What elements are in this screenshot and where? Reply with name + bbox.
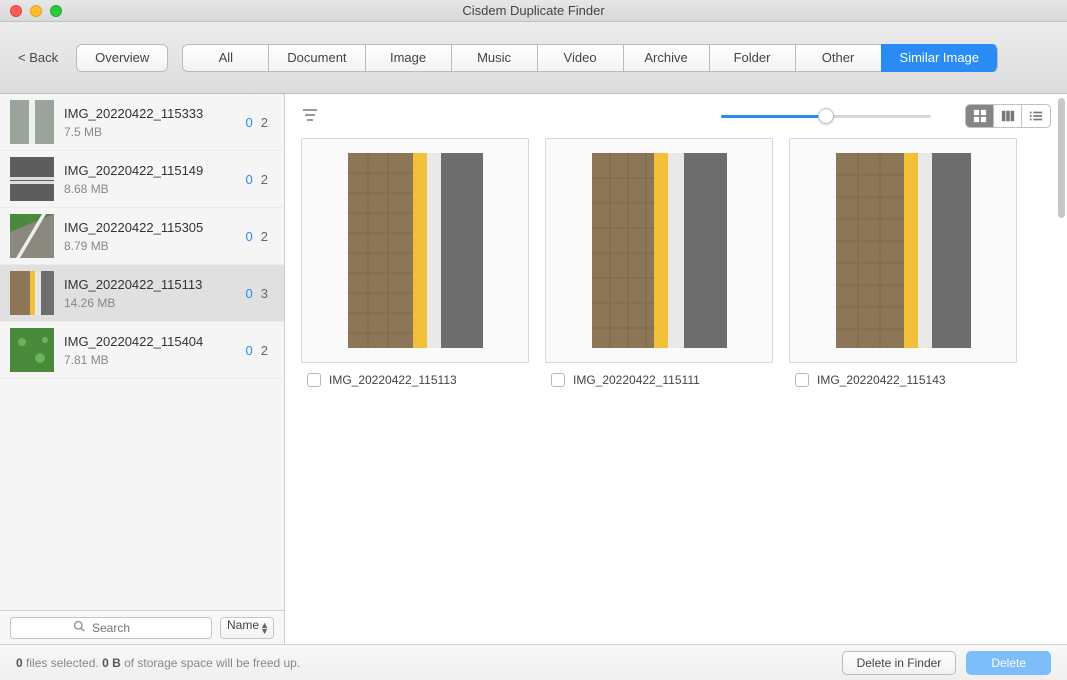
close-window-button[interactable] <box>10 5 22 17</box>
filter-icon[interactable] <box>301 106 319 127</box>
selected-count: 0 <box>246 286 253 301</box>
sidebar-controls: Name ▲▼ <box>0 610 284 644</box>
tab-video[interactable]: Video <box>537 44 623 72</box>
tab-image[interactable]: Image <box>365 44 451 72</box>
window-title: Cisdem Duplicate Finder <box>0 3 1067 18</box>
overview-button[interactable]: Overview <box>76 44 168 72</box>
search-input[interactable] <box>11 621 211 635</box>
file-size: 8.79 MB <box>64 239 246 253</box>
search-field-wrap[interactable] <box>10 617 212 639</box>
list-view-icon[interactable] <box>1022 105 1050 127</box>
file-size: 7.5 MB <box>64 125 246 139</box>
view-mode-segment <box>965 104 1051 128</box>
preview-toolbar <box>285 94 1067 138</box>
sort-select-value: Name <box>227 618 259 632</box>
tab-similar-image[interactable]: Similar Image <box>881 44 998 72</box>
back-button[interactable]: < Back <box>18 50 58 65</box>
file-size: 14.26 MB <box>64 296 246 310</box>
status-bar: 0 files selected. 0 B of storage space w… <box>0 644 1067 680</box>
select-checkbox[interactable] <box>307 373 321 387</box>
tab-folder[interactable]: Folder <box>709 44 795 72</box>
window-controls <box>10 5 62 17</box>
file-name: IMG_20220422_115333 <box>64 106 246 121</box>
preview-image <box>789 138 1017 363</box>
toolbar: < Back Overview All Document Image Music… <box>0 22 1067 94</box>
thumbnail-size-slider[interactable] <box>721 106 931 126</box>
scrollbar[interactable] <box>1058 98 1065 218</box>
duplicate-groups-list: IMG_20220422_115333 7.5 MB 0 2 <box>0 94 284 610</box>
preview-item-name: IMG_20220422_115113 <box>329 373 457 387</box>
file-size: 7.81 MB <box>64 353 246 367</box>
preview-item[interactable]: IMG_20220422_115113 <box>301 138 529 387</box>
total-count: 2 <box>261 115 268 130</box>
selected-count: 0 <box>246 172 253 187</box>
title-bar: Cisdem Duplicate Finder <box>0 0 1067 22</box>
selected-count: 0 <box>246 115 253 130</box>
thumbnail-icon <box>10 214 54 258</box>
tab-music[interactable]: Music <box>451 44 537 72</box>
status-text: 0 files selected. 0 B of storage space w… <box>16 656 300 670</box>
total-count: 3 <box>261 286 268 301</box>
file-name: IMG_20220422_115113 <box>64 277 246 292</box>
list-item[interactable]: IMG_20220422_115333 7.5 MB 0 2 <box>0 94 284 151</box>
thumbnail-icon <box>10 328 54 372</box>
select-checkbox[interactable] <box>795 373 809 387</box>
selected-count: 0 <box>246 343 253 358</box>
thumbnail-icon <box>10 100 54 144</box>
columns-view-icon[interactable] <box>994 105 1022 127</box>
list-item[interactable]: IMG_20220422_115404 7.81 MB 0 2 <box>0 322 284 379</box>
total-count: 2 <box>261 229 268 244</box>
selected-count: 0 <box>246 229 253 244</box>
file-name: IMG_20220422_115305 <box>64 220 246 235</box>
preview-item-name: IMG_20220422_115143 <box>817 373 946 387</box>
search-icon <box>73 620 85 635</box>
list-item[interactable]: IMG_20220422_115149 8.68 MB 0 2 <box>0 151 284 208</box>
preview-image <box>545 138 773 363</box>
preview-item[interactable]: IMG_20220422_115143 <box>789 138 1017 387</box>
file-name: IMG_20220422_115404 <box>64 334 246 349</box>
list-item[interactable]: IMG_20220422_115305 8.79 MB 0 2 <box>0 208 284 265</box>
preview-image <box>301 138 529 363</box>
delete-in-finder-button[interactable]: Delete in Finder <box>842 651 957 675</box>
maximize-window-button[interactable] <box>50 5 62 17</box>
preview-grid: IMG_20220422_115113 <box>285 138 1067 403</box>
total-count: 2 <box>261 172 268 187</box>
preview-item-name: IMG_20220422_115111 <box>573 373 700 387</box>
file-name: IMG_20220422_115149 <box>64 163 246 178</box>
file-size: 8.68 MB <box>64 182 246 196</box>
grid-view-icon[interactable] <box>966 105 994 127</box>
sidebar: IMG_20220422_115333 7.5 MB 0 2 <box>0 94 285 644</box>
total-count: 2 <box>261 343 268 358</box>
category-tabs: All Document Image Music Video Archive F… <box>182 44 998 72</box>
thumbnail-icon <box>10 271 54 315</box>
main-area: IMG_20220422_115333 7.5 MB 0 2 <box>0 94 1067 644</box>
list-item[interactable]: IMG_20220422_115113 14.26 MB 0 3 <box>0 265 284 322</box>
tab-all[interactable]: All <box>182 44 268 72</box>
chevron-up-down-icon: ▲▼ <box>260 622 269 634</box>
preview-pane: IMG_20220422_115113 <box>285 94 1067 644</box>
select-checkbox[interactable] <box>551 373 565 387</box>
minimize-window-button[interactable] <box>30 5 42 17</box>
tab-document[interactable]: Document <box>268 44 364 72</box>
thumbnail-icon <box>10 157 54 201</box>
sort-select[interactable]: Name ▲▼ <box>220 617 274 639</box>
tab-other[interactable]: Other <box>795 44 881 72</box>
preview-item[interactable]: IMG_20220422_115111 <box>545 138 773 387</box>
tab-archive[interactable]: Archive <box>623 44 709 72</box>
delete-button[interactable]: Delete <box>966 651 1051 675</box>
